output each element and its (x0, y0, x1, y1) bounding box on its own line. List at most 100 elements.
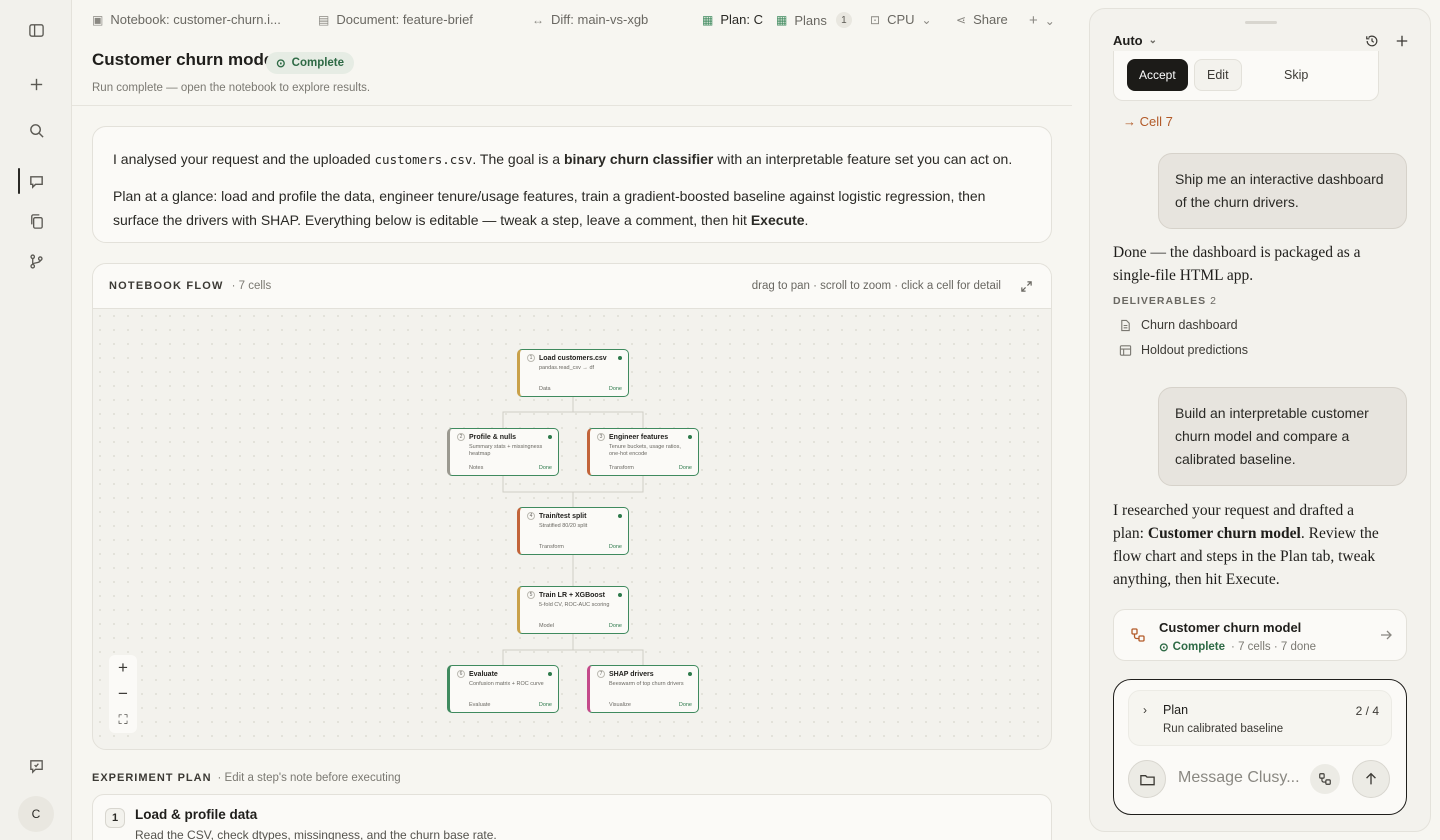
tab-diff[interactable]: ↔ Diff: main-vs-xgb (532, 12, 648, 27)
node-status: Done (608, 623, 622, 629)
notebook-flow-panel: NOTEBOOK FLOW · 7 cells drag to pan · sc… (92, 263, 1052, 750)
feedback-icon[interactable] (22, 752, 50, 780)
share-button[interactable]: ⋖ Share (956, 12, 1008, 27)
page-subtitle: Run complete — open the notebook to expl… (92, 82, 371, 94)
cpu-selector[interactable]: ⊡ CPU ⌄ (870, 12, 932, 27)
table-icon (1119, 344, 1132, 356)
step-description: Read the CSV, check dtypes, missingness,… (135, 828, 497, 840)
notebook-icon: ▣ (92, 12, 104, 27)
plan-step-1[interactable]: 1 Load & profile data Read the CSV, chec… (92, 794, 1052, 840)
deliverable-item[interactable]: Holdout predictions (1119, 343, 1248, 357)
node-kind: Model (539, 623, 554, 629)
deliverable-item[interactable]: Churn dashboard (1119, 318, 1238, 332)
node-kind: Transform (609, 465, 634, 471)
search-icon[interactable] (22, 116, 50, 144)
summary-paragraph-2: Plan at a glance: load and profile the d… (113, 188, 986, 228)
node-kind: Notes (469, 465, 484, 471)
check-circle-icon: ⊙ (1159, 642, 1169, 654)
folder-icon (1139, 774, 1155, 785)
status-badge: ⊙ Complete (266, 52, 355, 74)
flow-node[interactable]: 6 Evaluate Confusion matrix + ROC curve Eva… (447, 665, 559, 713)
node-description: 5-fold CV, ROC-AUC scoring (539, 602, 610, 608)
chat-icon[interactable] (22, 167, 50, 195)
node-status: Done (608, 544, 622, 550)
attach-folder-button[interactable] (1128, 760, 1166, 798)
copy-icon[interactable] (22, 207, 50, 235)
expand-icon[interactable] (1017, 277, 1035, 295)
flow-node[interactable]: 4 Train/test split Stratified 80/20 split T… (517, 507, 629, 555)
node-number: 6 (457, 670, 465, 678)
workflow-icon (1319, 773, 1331, 785)
plan-current-step: Run calibrated baseline (1163, 723, 1284, 735)
flow-node[interactable]: 1 Load customers.csv pandas.read_csv → df D… (517, 349, 629, 397)
zoom-controls: + − ⛶ (109, 655, 137, 733)
card-meta: ⊙ Complete · 7 cells · 7 done (1159, 641, 1317, 654)
skip-button[interactable]: Skip (1272, 59, 1320, 91)
avatar[interactable]: C (18, 796, 54, 832)
message-input[interactable]: Message Clusy... (1178, 769, 1300, 787)
new-thread-icon[interactable] (1392, 31, 1412, 51)
tab-plan[interactable]: ▦ Plan: C (702, 12, 763, 27)
zoom-in-button[interactable]: + (109, 655, 137, 681)
drag-handle[interactable] (1245, 21, 1277, 24)
tab-document[interactable]: ▤ Document: feature-brief (318, 12, 473, 27)
node-status: Done (538, 702, 552, 708)
zoom-out-button[interactable]: − (109, 681, 137, 707)
diff-icon: ↔ (532, 12, 544, 27)
node-number: 7 (597, 670, 605, 678)
chevron-down-icon: ⌄ (921, 12, 932, 27)
tab-plans[interactable]: ▦ Plans 1 (776, 12, 852, 28)
summary-paragraph-1: I analysed your request and the uploaded… (113, 151, 1013, 167)
status-dot (688, 672, 692, 676)
plans-count: 1 (835, 12, 852, 28)
edit-button[interactable]: Edit (1194, 59, 1242, 91)
node-number: 4 (527, 512, 535, 520)
node-number: 3 (597, 433, 605, 441)
card-status: ⊙ Complete (1159, 641, 1226, 654)
flow-header: NOTEBOOK FLOW · 7 cells drag to pan · sc… (93, 264, 1051, 309)
status-dot (688, 435, 692, 439)
flow-node[interactable]: 3 Engineer features Tenure buckets, usage … (587, 428, 699, 476)
flow-node[interactable]: 5 Train LR + XGBoost 5-fold CV, ROC-AUC sc… (517, 586, 629, 634)
node-status: Done (608, 386, 622, 392)
flow-hint: drag to pan · scroll to zoom · click a c… (751, 280, 1001, 292)
tab-notebook[interactable]: ▣ Notebook: customer-churn.i... (92, 12, 281, 27)
workflow-icon (1131, 628, 1145, 642)
step-number: 1 (105, 808, 125, 828)
assistant-message: Done — the dashboard is packaged as a si… (1113, 244, 1361, 284)
send-button[interactable] (1352, 760, 1390, 798)
flow-node[interactable]: 2 Profile & nulls Summary stats + missingn… (447, 428, 559, 476)
fit-view-button[interactable]: ⛶ (109, 707, 137, 733)
flow-canvas[interactable]: 1 Load customers.csv pandas.read_csv → df D… (93, 309, 1051, 749)
document-icon: ▤ (318, 12, 330, 27)
history-icon[interactable] (1362, 31, 1382, 51)
node-title: Profile & nulls (469, 433, 517, 441)
node-status: Done (678, 465, 692, 471)
mode-selector[interactable]: Auto ⌄ (1113, 33, 1157, 48)
status-dot (548, 435, 552, 439)
accept-button[interactable]: Accept (1127, 59, 1188, 91)
node-title: Engineer features (609, 433, 669, 441)
node-title: SHAP drivers (609, 670, 654, 678)
new-chat-icon[interactable] (22, 70, 50, 98)
node-status: Done (538, 465, 552, 471)
node-number: 5 (527, 591, 535, 599)
sidebar-toggle-icon[interactable] (22, 16, 50, 44)
flow-cell-count: · 7 cells (231, 280, 272, 292)
assistant-message: I researched your request and drafted a … (1113, 502, 1379, 588)
flow-node[interactable]: 7 SHAP drivers Beeswarm of top churn drive… (587, 665, 699, 713)
plan-progress-card[interactable]: › Plan Run calibrated baseline 2 / 4 (1128, 690, 1392, 746)
plan-summary-card[interactable]: Customer churn model ⊙ Complete · 7 cells… (1113, 609, 1407, 661)
chevron-down-icon: ⌄ (1148, 35, 1157, 46)
node-kind: Data (539, 386, 551, 392)
status-dot (618, 593, 622, 597)
arrow-up-icon (1366, 772, 1376, 785)
left-rail: C (0, 0, 72, 840)
branch-icon[interactable] (22, 247, 50, 275)
active-indicator (18, 168, 20, 194)
workflow-button[interactable] (1310, 764, 1340, 794)
add-tab-button[interactable]: + ⌄ (1029, 12, 1055, 29)
deliverables-heading: DELIVERABLES 2 (1113, 295, 1216, 307)
check-circle-icon: ⊙ (276, 58, 286, 70)
cell-7-link[interactable]: → Cell 7 (1123, 114, 1173, 129)
